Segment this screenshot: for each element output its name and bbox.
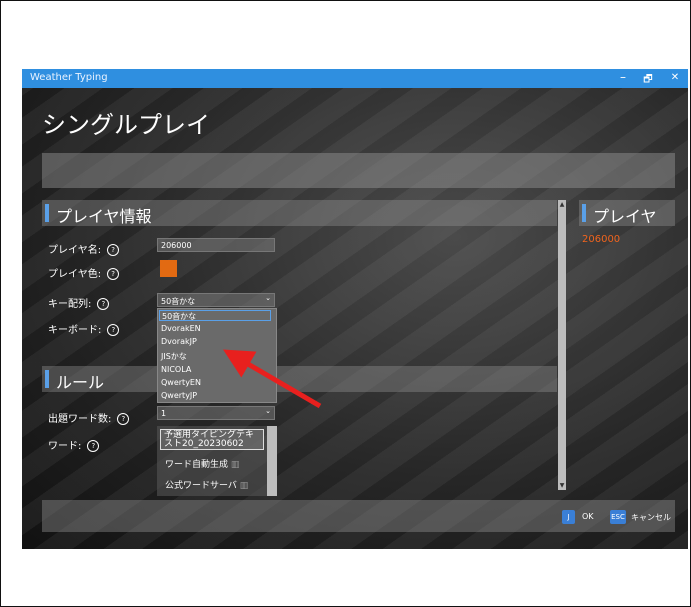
red-arrow-annotation [223, 349, 322, 409]
annotation-overlay [223, 349, 322, 409]
